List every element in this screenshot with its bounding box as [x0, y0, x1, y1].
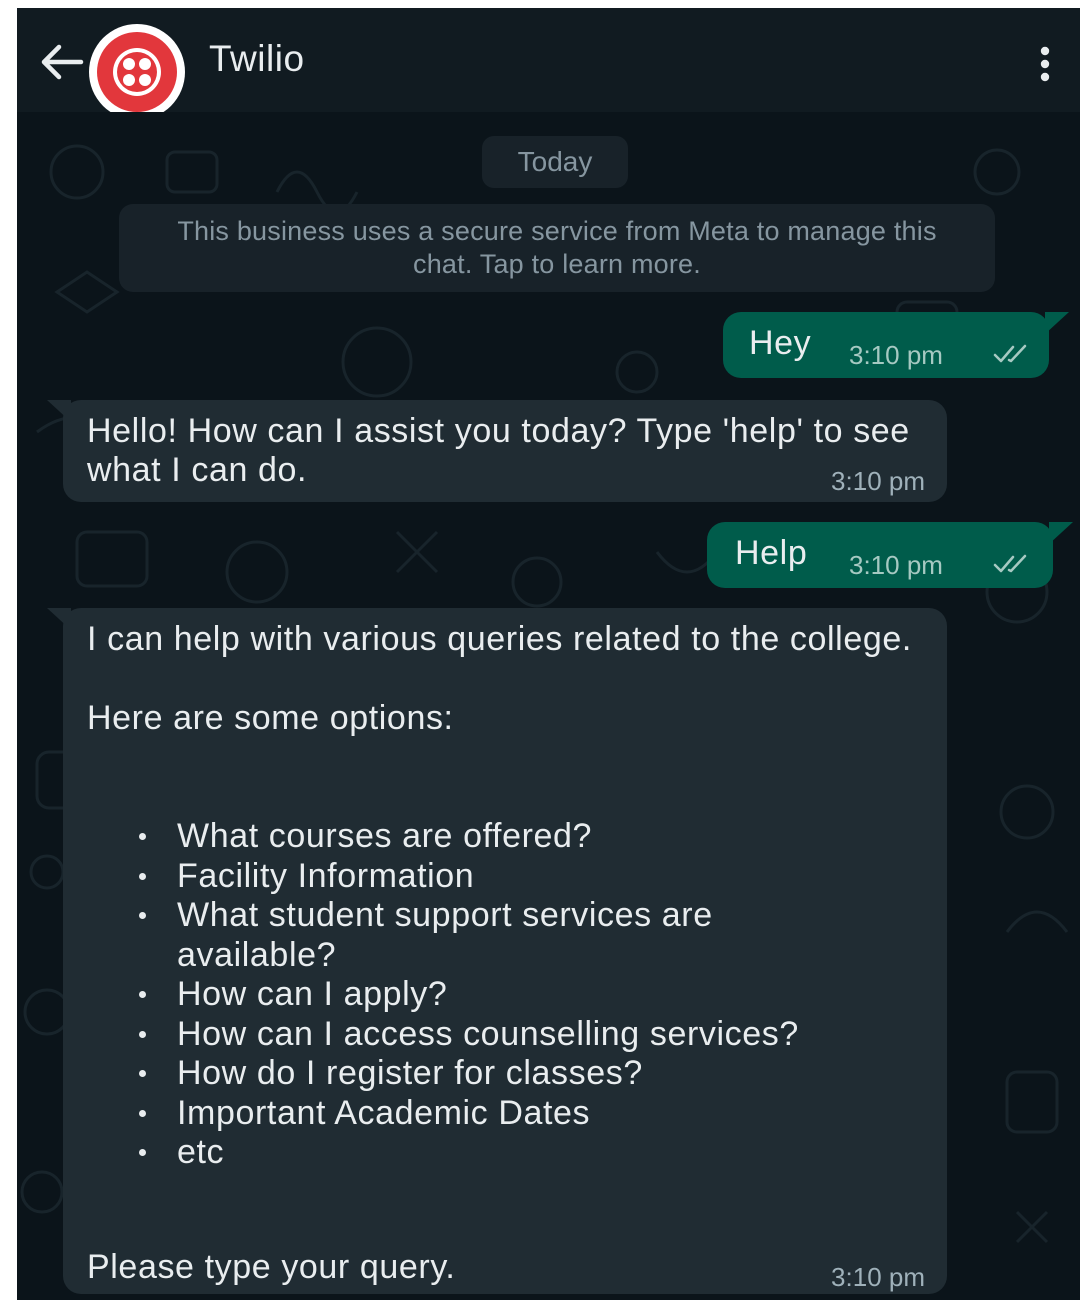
chat-header: Twilio [17, 8, 1080, 120]
twilio-logo-icon [97, 32, 177, 112]
message-text: Hey [749, 324, 812, 362]
double-check-icon [993, 344, 1027, 363]
double-check-icon [993, 554, 1027, 573]
date-separator: Today [482, 136, 628, 188]
contact-name[interactable]: Twilio [209, 38, 305, 80]
message-text: Hello! How can I assist you today? Type … [87, 412, 910, 489]
arrow-left-icon[interactable] [37, 40, 85, 84]
contact-avatar[interactable] [89, 24, 185, 120]
message-list[interactable]: Today This business uses a secure servic… [17, 112, 1080, 1300]
notice-text: This business uses a secure service from… [177, 216, 937, 279]
incoming-message[interactable]: Hello! How can I assist you today? Type … [63, 400, 947, 502]
chat-screen: Twilio Today This business uses a secure… [17, 8, 1080, 1300]
list-item: How do I register for classes? [87, 1054, 877, 1094]
message-time: 3:10 pm [849, 340, 943, 370]
bubble-tail [1049, 522, 1073, 544]
list-item: Facility Information [87, 857, 877, 897]
list-item: What courses are offered? [87, 817, 877, 857]
list-item: How can I apply? [87, 975, 877, 1015]
bubble-tail [47, 608, 71, 630]
message-time: 3:10 pm [831, 1262, 925, 1292]
bubble-tail [1045, 312, 1069, 334]
option-list: What courses are offered? Facility Infor… [87, 817, 877, 1173]
message-intro-line2: Here are some options: [87, 699, 454, 737]
message-text: Help [735, 534, 808, 572]
list-item: Important Academic Dates [87, 1094, 877, 1134]
outgoing-message[interactable]: Hey 3:10 pm [723, 312, 1049, 378]
list-item: How can I access counselling services? [87, 1015, 877, 1055]
incoming-message[interactable]: I can help with various queries related … [63, 608, 947, 1294]
list-item: What student support services are availa… [87, 896, 877, 975]
message-intro: I can help with various queries related … [87, 620, 912, 658]
message-closing: Please type your query. [87, 1248, 456, 1286]
bubble-tail [47, 400, 71, 422]
message-time: 3:10 pm [849, 550, 943, 580]
list-item: etc [87, 1133, 877, 1173]
business-encryption-notice[interactable]: This business uses a secure service from… [119, 204, 995, 292]
outgoing-message[interactable]: Help 3:10 pm [707, 522, 1053, 588]
message-time: 3:10 pm [831, 466, 925, 496]
more-vertical-icon[interactable] [1038, 46, 1052, 82]
